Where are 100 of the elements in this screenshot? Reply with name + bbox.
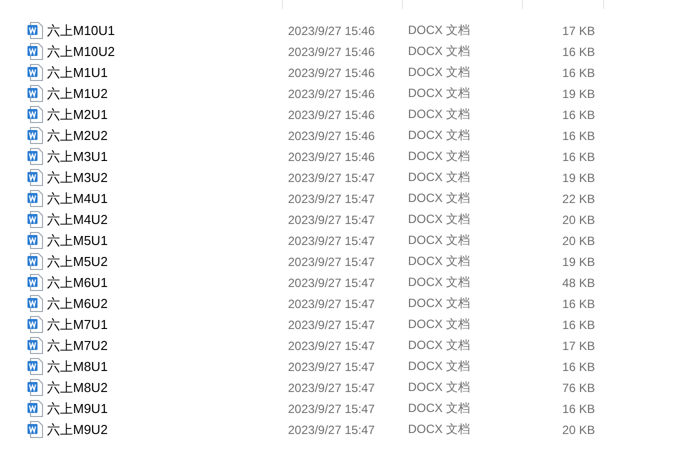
word-document-icon: [27, 43, 43, 60]
file-name[interactable]: 六上M3U2: [47, 168, 108, 186]
modified-date: 2023/9/27 15:46: [287, 108, 376, 122]
modified-date: 2023/9/27 15:47: [287, 170, 376, 184]
file-name[interactable]: 六上M1U2: [47, 84, 108, 102]
file-name[interactable]: 六上M8U1: [47, 358, 108, 376]
file-name[interactable]: 六上M8U2: [47, 378, 108, 396]
modified-date: 2023/9/27 15:47: [287, 360, 376, 374]
file-name[interactable]: 六上M5U1: [47, 232, 108, 250]
file-size: 16 KB: [561, 402, 595, 416]
file-type: DOCX 文档: [407, 211, 472, 228]
word-document-icon: [27, 274, 43, 291]
word-document-icon: [27, 85, 43, 102]
modified-date: 2023/9/27 15:46: [287, 66, 376, 80]
file-size: 16 KB: [561, 128, 595, 142]
word-document-icon: [27, 211, 43, 228]
modified-date: 2023/9/27 15:47: [287, 402, 376, 416]
word-document-icon: [27, 358, 43, 375]
modified-date: 2023/9/27 15:47: [287, 276, 376, 290]
file-name[interactable]: 六上M3U1: [47, 148, 108, 166]
file-type: DOCX 文档: [407, 421, 472, 438]
modified-date: 2023/9/27 15:47: [287, 318, 376, 332]
file-type: DOCX 文档: [407, 295, 472, 312]
file-type: DOCX 文档: [407, 232, 472, 249]
file-name[interactable]: 六上M9U2: [47, 420, 108, 438]
file-size: 16 KB: [561, 108, 595, 122]
file-type: DOCX 文档: [407, 127, 472, 144]
file-name[interactable]: 六上M1U1: [47, 64, 108, 82]
file-size: 16 KB: [561, 44, 595, 58]
file-size: 20 KB: [561, 234, 595, 248]
file-name[interactable]: 六上M6U2: [47, 294, 108, 312]
word-document-icon: [27, 106, 43, 123]
file-name[interactable]: 六上M7U2: [47, 336, 108, 354]
file-size: 19 KB: [561, 170, 595, 184]
modified-date: 2023/9/27 15:47: [287, 254, 376, 268]
word-document-icon: [27, 316, 43, 333]
modified-date: 2023/9/27 15:47: [287, 296, 376, 310]
file-name[interactable]: 六上M2U1: [47, 106, 108, 124]
file-type: DOCX 文档: [407, 400, 472, 417]
modified-date: 2023/9/27 15:47: [287, 338, 376, 352]
modified-date: 2023/9/27 15:47: [287, 212, 376, 226]
file-type: DOCX 文档: [407, 22, 472, 39]
file-type: DOCX 文档: [407, 274, 472, 291]
file-type: DOCX 文档: [407, 106, 472, 123]
file-size: 19 KB: [561, 86, 595, 100]
file-name[interactable]: 六上M2U2: [47, 126, 108, 144]
file-type: DOCX 文档: [407, 253, 472, 270]
file-size: 22 KB: [561, 192, 595, 206]
file-type: DOCX 文档: [407, 379, 472, 396]
file-name[interactable]: 六上M10U1: [47, 22, 115, 40]
file-type: DOCX 文档: [407, 316, 472, 333]
modified-date: 2023/9/27 15:47: [287, 422, 376, 436]
file-size: 16 KB: [561, 360, 595, 374]
file-type: DOCX 文档: [407, 337, 472, 354]
file-size: 16 KB: [561, 150, 595, 164]
file-size: 76 KB: [561, 380, 595, 394]
word-document-icon: [27, 127, 43, 144]
modified-date: 2023/9/27 15:47: [287, 234, 376, 248]
modified-date: 2023/9/27 15:46: [287, 24, 376, 38]
modified-date: 2023/9/27 15:46: [287, 150, 376, 164]
file-size: 20 KB: [561, 212, 595, 226]
word-document-icon: [27, 148, 43, 165]
file-size: 17 KB: [561, 338, 595, 352]
word-document-icon: [27, 400, 43, 417]
word-document-icon: [27, 64, 43, 81]
word-document-icon: [27, 421, 43, 438]
modified-date: 2023/9/27 15:46: [287, 128, 376, 142]
word-document-icon: [27, 190, 43, 207]
file-type: DOCX 文档: [407, 64, 472, 81]
word-document-icon: [27, 295, 43, 312]
word-document-icon: [27, 379, 43, 396]
word-document-icon: [27, 169, 43, 186]
word-document-icon: [27, 337, 43, 354]
file-name[interactable]: 六上M4U2: [47, 210, 108, 228]
file-size: 20 KB: [561, 422, 595, 436]
file-size: 17 KB: [561, 24, 595, 38]
file-name[interactable]: 六上M6U1: [47, 274, 108, 292]
modified-date: 2023/9/27 15:47: [287, 380, 376, 394]
file-name[interactable]: 六上M4U1: [47, 190, 108, 208]
modified-date: 2023/9/27 15:46: [287, 44, 376, 58]
file-size: 16 KB: [561, 318, 595, 332]
word-document-icon: [27, 232, 43, 249]
file-type: DOCX 文档: [407, 85, 472, 102]
file-type: DOCX 文档: [407, 43, 472, 60]
file-type: DOCX 文档: [407, 169, 472, 186]
file-type: DOCX 文档: [407, 358, 472, 375]
file-name[interactable]: 六上M10U2: [47, 42, 115, 60]
modified-date: 2023/9/27 15:47: [287, 192, 376, 206]
file-size: 19 KB: [561, 254, 595, 268]
file-size: 16 KB: [561, 66, 595, 80]
file-type: DOCX 文档: [407, 148, 472, 165]
file-name[interactable]: 六上M5U2: [47, 252, 108, 270]
word-document-icon: [27, 22, 43, 39]
file-name[interactable]: 六上M7U1: [47, 316, 108, 334]
file-size: 16 KB: [561, 296, 595, 310]
modified-date: 2023/9/27 15:46: [287, 86, 376, 100]
file-name[interactable]: 六上M9U1: [47, 400, 108, 418]
word-document-icon: [27, 253, 43, 270]
file-type: DOCX 文档: [407, 190, 472, 207]
file-size: 48 KB: [561, 276, 595, 290]
